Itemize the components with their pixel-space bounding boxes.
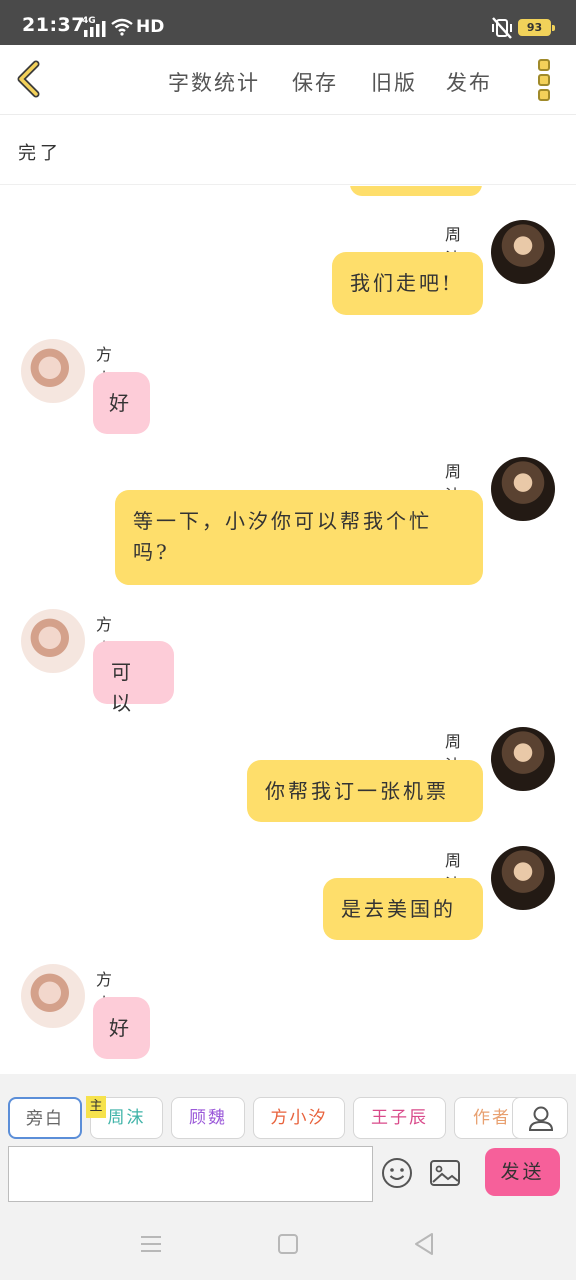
partial-message-bubble (350, 186, 482, 196)
system-nav-bar (0, 1208, 576, 1280)
message-bubble[interactable]: 等一下，小汐你可以帮我个忙吗? (115, 490, 483, 585)
role-label: 方小汐 (270, 1108, 328, 1128)
chevron-left-icon[interactable] (12, 59, 48, 99)
battery-level: 93 (526, 21, 543, 34)
avatar[interactable] (21, 964, 85, 1028)
old-version-button[interactable]: 旧版 (371, 67, 417, 97)
message-bubble[interactable]: 可以 (93, 641, 174, 715)
publish-button[interactable]: 发布 (446, 67, 492, 97)
message-bubble[interactable]: 好 (93, 372, 150, 434)
status-bar: 21:37 4G HD 93 (0, 0, 576, 45)
image-icon[interactable] (429, 1158, 461, 1188)
message-bubble[interactable]: 你帮我订一张机票 (247, 760, 483, 822)
vibrate-off-icon (492, 17, 512, 39)
avatar[interactable] (21, 339, 85, 403)
editor-toolbar: 字数统计 保存 旧版 发布 (0, 45, 576, 115)
emoji-icon[interactable] (381, 1157, 413, 1189)
back-triangle-icon[interactable] (413, 1232, 435, 1256)
word-count-button[interactable]: 字数统计 (168, 67, 260, 97)
role-label: 王子辰 (371, 1108, 428, 1128)
clock: 21:37 (22, 14, 85, 36)
chapter-title: 完了 (18, 143, 62, 164)
avatar[interactable] (491, 220, 555, 284)
input-bar: 发送 (0, 1144, 576, 1208)
avatar[interactable] (21, 609, 85, 673)
role-chip-narrator[interactable]: 旁白 (8, 1097, 82, 1139)
message-bubble[interactable]: 是去美国的 (323, 878, 483, 940)
message-input[interactable] (8, 1146, 373, 1202)
avatar[interactable] (491, 457, 555, 521)
avatar[interactable] (491, 727, 555, 791)
chapter-title-bar[interactable]: 完了 (0, 115, 576, 185)
message-bubble[interactable]: 我们走吧! (332, 252, 483, 315)
hd-label: HD (136, 17, 165, 37)
role-chip-fangxiaoxi[interactable]: 方小汐 (253, 1097, 345, 1139)
message-bubble[interactable]: 好 (93, 997, 150, 1059)
role-label: 作者 (473, 1108, 511, 1128)
role-manage-button[interactable] (512, 1097, 568, 1139)
role-label: 旁白 (26, 1109, 64, 1129)
wifi-icon (111, 18, 133, 36)
role-label: 周沫 (107, 1108, 146, 1128)
person-icon (528, 1106, 554, 1131)
role-chip-guwei[interactable]: 顾魏 (171, 1097, 245, 1139)
role-chip-wangzichen[interactable]: 王子辰 (353, 1097, 446, 1139)
battery-icon: 93 (518, 19, 555, 36)
avatar[interactable] (491, 846, 555, 910)
save-button[interactable]: 保存 (292, 67, 338, 97)
role-label: 顾魏 (189, 1108, 227, 1128)
signal-icon (84, 21, 106, 37)
send-button[interactable]: 发送 (485, 1148, 560, 1196)
menu-dots-icon[interactable] (530, 55, 558, 105)
menu-icon[interactable] (140, 1235, 162, 1253)
main-role-badge: 主 (86, 1096, 106, 1118)
chat-area[interactable]: 周沫 我们走吧! 方小汐 好 周沫 等一下，小汐你可以帮我个忙吗? 方小汐 可以… (0, 186, 576, 1074)
home-icon[interactable] (278, 1234, 298, 1254)
